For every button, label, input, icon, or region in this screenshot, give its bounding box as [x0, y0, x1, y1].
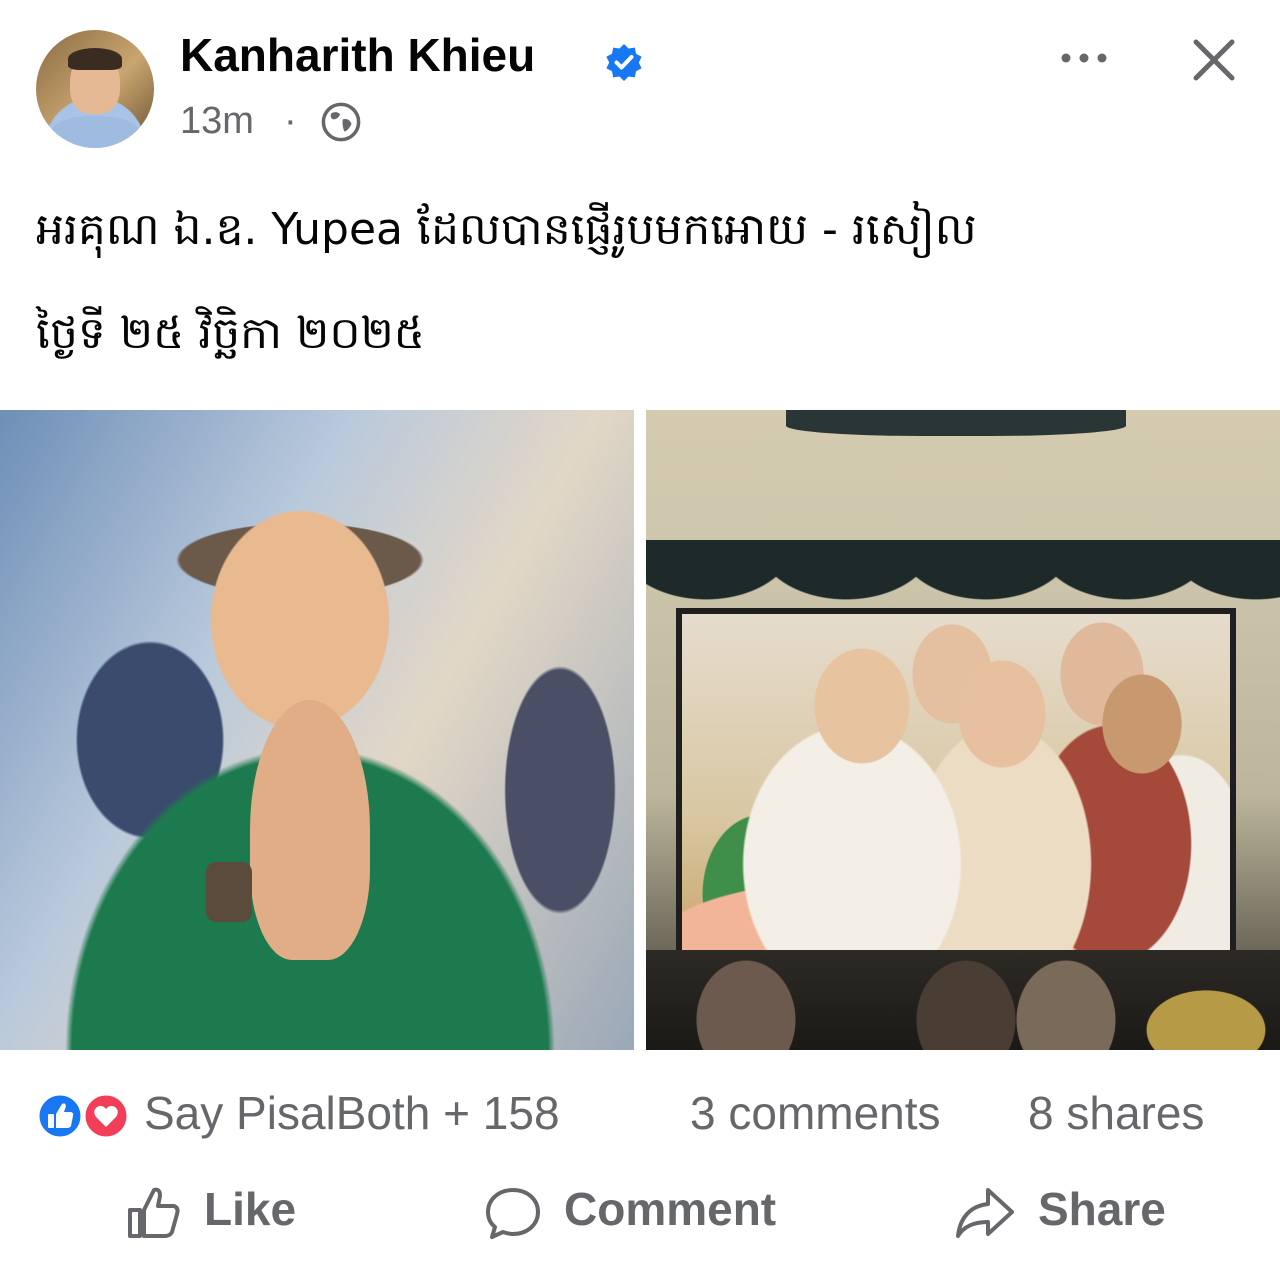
author-avatar[interactable] [36, 30, 154, 148]
like-reaction-icon [36, 1092, 84, 1140]
share-arrow-icon [956, 1188, 1014, 1238]
comment-button[interactable]: Comment [482, 1170, 812, 1250]
reaction-icons[interactable] [34, 1092, 134, 1140]
like-button[interactable]: Like [122, 1170, 322, 1250]
share-count[interactable]: 8 shares [1028, 1086, 1204, 1140]
close-icon[interactable] [1188, 34, 1240, 86]
post-action-bar: Like Comment Share [0, 1170, 1280, 1260]
caption-line-1: អរគុណ ឯ.ឧ. Yupea ដែលបានផ្ញើរូបមកអោយ - រស… [36, 204, 977, 255]
caption-line-2: ថ្ងៃទី ២៥ វិច្ឆិកា ២០២៥ [36, 308, 425, 359]
post-caption: អរគុណ ឯ.ឧ. Yupea ដែលបានផ្ញើរូបមកអោយ - រស… [36, 178, 1256, 386]
globe-icon[interactable] [316, 100, 366, 144]
post-stats: Say PisalBoth + 158 3 comments 8 shares [0, 1080, 1280, 1150]
post-photo-1[interactable] [0, 410, 634, 1050]
comment-count[interactable]: 3 comments [690, 1086, 941, 1140]
love-reaction-icon [82, 1092, 130, 1140]
share-button[interactable]: Share [954, 1170, 1194, 1250]
post-photo-2[interactable] [646, 410, 1280, 1050]
post-time[interactable]: 13m [180, 100, 254, 143]
more-dots-icon[interactable] [1056, 38, 1112, 78]
post-header: Kanharith Khieu 13m · [0, 0, 1280, 160]
verified-badge-icon [606, 44, 642, 81]
comment-label: Comment [564, 1183, 777, 1235]
share-label: Share [1038, 1183, 1166, 1235]
author-name[interactable]: Kanharith Khieu [180, 28, 535, 82]
meta-separator: · [284, 100, 297, 142]
thumbs-up-icon [128, 1187, 180, 1238]
like-label: Like [204, 1183, 297, 1235]
comment-bubble-icon [486, 1188, 540, 1239]
reaction-summary[interactable]: Say PisalBoth + 158 [144, 1086, 560, 1140]
